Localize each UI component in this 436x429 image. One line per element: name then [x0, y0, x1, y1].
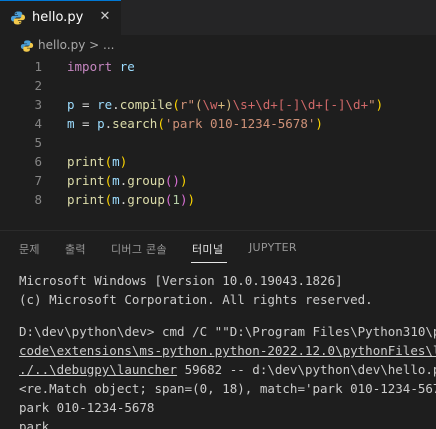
line-number: 1: [34, 59, 42, 74]
bracket: (): [164, 173, 180, 188]
tab-terminal[interactable]: 터미널: [192, 241, 223, 257]
line-number: 6: [34, 154, 42, 169]
code-line: 8 print(m.group(1)): [0, 190, 436, 209]
breadcrumb-file[interactable]: hello.py: [38, 38, 85, 52]
python-file-icon: [11, 11, 26, 25]
line-number: 8: [34, 192, 42, 207]
terminal-line: (c) Microsoft Corporation. All rights re…: [19, 292, 373, 307]
vscode-window: hello.py ✕ hello.py > ... 1 import re 2 …: [0, 0, 436, 429]
tab-hello-py[interactable]: hello.py ✕: [0, 0, 121, 35]
variable: m: [112, 192, 120, 207]
breadcrumb: hello.py > ...: [0, 35, 436, 57]
function-name: compile: [119, 97, 173, 112]
code-line: 1 import re: [0, 57, 436, 76]
code-line: 6 print(m): [0, 152, 436, 171]
keyword: import: [67, 59, 113, 74]
variable: p: [97, 116, 105, 131]
line-number: 5: [34, 135, 42, 150]
bracket: ): [179, 173, 188, 188]
bracket: ): [119, 154, 128, 169]
terminal-line: D:\dev\python\dev> cmd /C ""D:\Program F…: [19, 324, 436, 339]
code-line: 3 p = re.compile(r"(\w+)\s+\d+[-]\d+[-]\…: [0, 95, 436, 114]
bracket: (: [157, 116, 165, 131]
terminal-line: <re.Match object; span=(0, 18), match='p…: [19, 381, 436, 396]
code-text: print(m.group()): [67, 171, 187, 190]
module-name: re: [119, 59, 135, 74]
code-editor[interactable]: 1 import re 2 3 p = re.compile(r"(\w+)\s…: [0, 57, 436, 230]
line-number: 2: [34, 78, 42, 93]
tab-output[interactable]: 출력: [65, 241, 86, 257]
line-number: 7: [34, 173, 42, 188]
regex-quantifier: +: [217, 97, 226, 112]
number-literal: 1: [172, 192, 180, 207]
python-file-icon: [20, 40, 34, 52]
editor-tab-bar: hello.py ✕: [0, 0, 436, 35]
terminal-path-link[interactable]: ./..\debugpy\launcher: [19, 362, 177, 377]
string: 'park 010-1234-5678': [164, 116, 316, 131]
bracket: ): [375, 97, 384, 112]
breadcrumb-more[interactable]: ...: [103, 38, 114, 52]
code-text: m = p.search('park 010-1234-5678'): [67, 114, 323, 133]
terminal-line: park 010-1234-5678: [19, 400, 155, 415]
code-text: import re: [67, 57, 135, 76]
code-line: 2: [0, 76, 436, 95]
string: ": [368, 97, 376, 112]
function-name: print: [67, 192, 105, 207]
string: r": [179, 97, 195, 112]
variable: m: [112, 154, 120, 169]
operator: .: [112, 97, 120, 112]
variable: m: [67, 116, 75, 131]
line-number: 3: [34, 97, 42, 112]
operator: =: [74, 97, 98, 112]
variable: m: [112, 173, 120, 188]
code-text: print(m): [67, 152, 127, 171]
tab-label: hello.py: [32, 10, 84, 25]
terminal-path-link[interactable]: code\extensions\ms-python.python-2022.12…: [19, 341, 436, 360]
breadcrumb-text[interactable]: hello.py > ...: [38, 38, 115, 52]
bracket: ): [315, 116, 323, 131]
operator: =: [74, 116, 98, 131]
regex-escape: \w: [202, 97, 218, 112]
terminal-line: Microsoft Windows [Version 10.0.19043.18…: [19, 273, 343, 288]
tab-debug-console[interactable]: 디버그 콘솔: [111, 241, 167, 257]
line-number: 4: [34, 116, 42, 131]
terminal-line: park: [19, 419, 50, 429]
regex-body: \s+\d+[-]\d+[-]\d+: [232, 97, 369, 112]
function-name: print: [67, 154, 105, 169]
function-name: group: [127, 192, 165, 207]
function-name: search: [112, 116, 158, 131]
active-tab-indicator: [191, 262, 227, 263]
close-icon[interactable]: ✕: [96, 8, 114, 26]
code-text: p = re.compile(r"(\w+)\s+\d+[-]\d+[-]\d+…: [67, 95, 383, 114]
tab-jupyter[interactable]: JUPYTER: [249, 241, 297, 254]
variable: p: [67, 97, 75, 112]
code-line: 7 print(m.group()): [0, 171, 436, 190]
regex-group: (: [194, 97, 203, 112]
code-line: 4 m = p.search('park 010-1234-5678'): [0, 114, 436, 133]
tab-problems[interactable]: 문제: [19, 241, 40, 257]
code-text: print(m.group(1)): [67, 190, 195, 209]
terminal-line: ./..\debugpy\launcher 59682 -- d:\dev\py…: [19, 360, 436, 379]
regex-group: ): [225, 97, 233, 112]
function-name: group: [127, 173, 165, 188]
bracket: ): [187, 192, 195, 207]
terminal-line-rest: 59682 -- d:\dev\python\dev\hello.py ": [177, 362, 436, 377]
code-line: 5: [0, 133, 436, 152]
function-name: print: [67, 173, 105, 188]
module-name: re: [97, 97, 113, 112]
chevron-right-icon: >: [89, 38, 100, 52]
bottom-panel: 문제 출력 디버그 콘솔 터미널 JUPYTER Microsoft Windo…: [0, 230, 436, 429]
bracket: (: [172, 97, 180, 112]
